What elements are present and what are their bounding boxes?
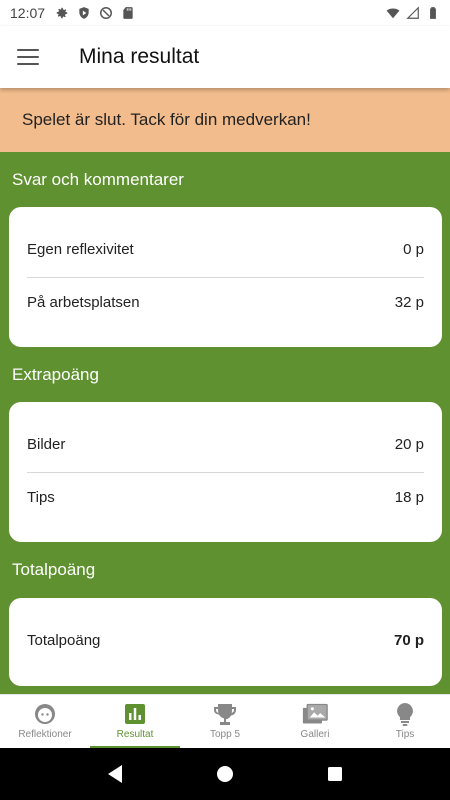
game-over-banner: Spelet är slut. Tack för din medverkan! bbox=[0, 88, 450, 152]
recents-button[interactable] bbox=[323, 762, 347, 786]
nav-item-topp5[interactable]: Topp 5 bbox=[180, 695, 270, 748]
total-value: 70 p bbox=[393, 632, 424, 649]
status-icons-right bbox=[386, 6, 440, 20]
nav-item-galleri[interactable]: Galleri bbox=[270, 695, 360, 748]
status-bar: 12:07 bbox=[0, 0, 450, 26]
lightbulb-icon bbox=[392, 702, 418, 726]
section-title-extra: Extrapoäng bbox=[12, 365, 99, 384]
nav-item-reflektioner[interactable]: Reflektioner bbox=[0, 695, 90, 748]
row-label: Egen reflexivitet bbox=[27, 241, 134, 258]
home-circle-icon bbox=[217, 766, 233, 782]
nav-item-resultat[interactable]: Resultat bbox=[90, 695, 180, 748]
hamburger-menu-icon bbox=[17, 49, 39, 65]
face-icon bbox=[32, 702, 58, 726]
home-button[interactable] bbox=[213, 762, 237, 786]
shield-play-icon bbox=[79, 7, 89, 19]
result-row: Totalpoäng 70 p bbox=[27, 632, 424, 649]
sd-card-icon bbox=[123, 7, 133, 19]
row-value: 0 p bbox=[403, 241, 424, 258]
page-title: Mina resultat bbox=[79, 45, 200, 68]
answers-card: Egen reflexivitet 0 p På arbetsplatsen 3… bbox=[9, 207, 442, 347]
extra-card: Bilder 20 p Tips 18 p bbox=[9, 402, 442, 542]
status-time: 12:07 bbox=[10, 5, 46, 21]
nav-label: Galleri bbox=[300, 729, 330, 740]
divider bbox=[27, 277, 424, 278]
battery-icon bbox=[430, 7, 436, 19]
signal-icon bbox=[406, 6, 419, 19]
nav-label: Tips bbox=[395, 729, 415, 740]
trophy-icon bbox=[212, 702, 238, 726]
nav-label: Resultat bbox=[116, 729, 154, 740]
status-icons-left bbox=[55, 6, 135, 20]
bar-chart-icon bbox=[122, 702, 148, 726]
section-title-total: Totalpoäng bbox=[12, 560, 96, 579]
row-value: 32 p bbox=[394, 294, 424, 311]
back-button[interactable] bbox=[103, 762, 127, 786]
back-triangle-icon bbox=[108, 765, 122, 783]
system-nav-bar bbox=[0, 748, 450, 800]
gallery-icon bbox=[302, 702, 328, 726]
result-row: Egen reflexivitet 0 p bbox=[27, 241, 424, 258]
divider bbox=[27, 472, 424, 473]
menu-button[interactable] bbox=[0, 29, 56, 85]
result-row: Bilder 20 p bbox=[27, 436, 424, 453]
row-label: Totalpoäng bbox=[27, 632, 101, 649]
nav-label: Topp 5 bbox=[209, 729, 241, 740]
row-label: På arbetsplatsen bbox=[27, 294, 140, 311]
row-value: 18 p bbox=[394, 489, 424, 506]
section-title-answers: Svar och kommentarer bbox=[12, 170, 184, 189]
app-bar: Mina resultat bbox=[0, 26, 450, 88]
no-disturb-icon bbox=[100, 7, 113, 19]
banner-text: Spelet är slut. Tack för din medverkan! bbox=[22, 110, 311, 129]
row-value: 20 p bbox=[394, 436, 424, 453]
bottom-nav: Reflektioner Resultat Topp 5 Galleri Tip… bbox=[0, 694, 450, 748]
wifi-icon bbox=[386, 8, 400, 19]
settings-icon bbox=[56, 7, 68, 19]
nav-label: Reflektioner bbox=[18, 729, 72, 740]
row-label: Tips bbox=[27, 489, 55, 506]
recents-square-icon bbox=[328, 767, 342, 781]
total-card: Totalpoäng 70 p bbox=[9, 598, 442, 686]
result-row: Tips 18 p bbox=[27, 489, 424, 506]
result-row: På arbetsplatsen 32 p bbox=[27, 294, 424, 311]
nav-item-tips[interactable]: Tips bbox=[360, 695, 450, 748]
row-label: Bilder bbox=[27, 436, 66, 453]
